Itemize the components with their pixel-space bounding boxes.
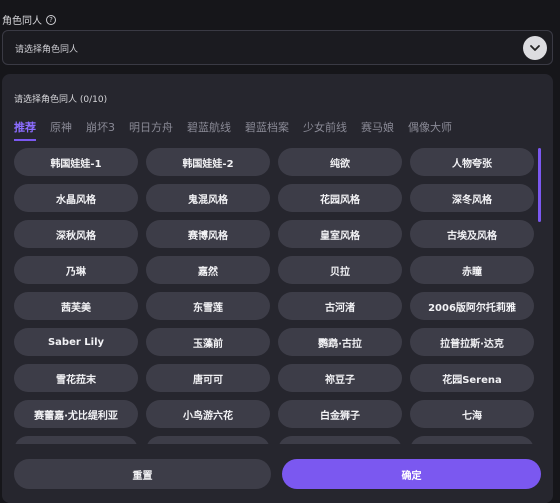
character-chip[interactable]: 韩国娃娃-2: [146, 148, 270, 176]
character-chip[interactable]: 唐可可: [146, 364, 270, 392]
character-chip[interactable]: 东雪莲: [146, 292, 270, 320]
character-chip[interactable]: 赤瞳: [410, 256, 534, 284]
character-chip[interactable]: 纯欲: [278, 148, 402, 176]
character-chip[interactable]: 七海: [410, 400, 534, 428]
panel-title: 请选择角色同人 (0/10): [14, 95, 108, 105]
character-grid: 韩国娃娃-1 韩国娃娃-2 纯欲 人物夸张水晶风格 鬼混风格 花园风格 深冬风格深秋风格 赛博…: [14, 148, 534, 464]
character-chip[interactable]: 深冬风格: [410, 184, 534, 212]
confirm-button[interactable]: 确定: [282, 459, 541, 489]
tab-0[interactable]: 推荐: [14, 119, 36, 141]
tab-3[interactable]: 明日方舟: [129, 119, 173, 141]
character-chip[interactable]: 小鸟游六花: [146, 400, 270, 428]
character-chip[interactable]: 鹦鹉·古拉: [278, 328, 402, 356]
character-chip[interactable]: 皇室风格: [278, 220, 402, 248]
tab-5[interactable]: 碧蓝档案: [245, 119, 289, 141]
character-chip[interactable]: 人物夸张: [410, 148, 534, 176]
tab-4[interactable]: 碧蓝航线: [187, 119, 231, 141]
character-chip[interactable]: 鬼混风格: [146, 184, 270, 212]
tab-8[interactable]: 偶像大师: [408, 119, 452, 141]
character-chip[interactable]: Saber Lily: [14, 328, 138, 356]
tab-2[interactable]: 崩坏3: [86, 119, 115, 141]
character-chip[interactable]: 赛博风格: [146, 220, 270, 248]
character-chip[interactable]: 花园风格: [278, 184, 402, 212]
category-tabs: 推荐 原神 崩坏3 明日方舟 碧蓝航线 碧蓝档案 少女前线 赛马娘 偶像大师: [14, 119, 466, 141]
tab-7[interactable]: 赛马娘: [361, 119, 394, 141]
tab-6[interactable]: 少女前线: [303, 119, 347, 141]
selection-panel: 请选择角色同人 (0/10) 推荐 原神 崩坏3 明日方舟 碧蓝航线 碧蓝档案 少女前线 赛马…: [2, 74, 553, 503]
character-chip[interactable]: 古河渚: [278, 292, 402, 320]
help-icon[interactable]: ?: [46, 14, 56, 25]
reset-button[interactable]: 重置: [14, 459, 271, 489]
character-chip[interactable]: 深秋风格: [14, 220, 138, 248]
select-placeholder: 请选择角色同人: [15, 45, 79, 55]
character-chip[interactable]: 韩国娃娃-1: [14, 148, 138, 176]
character-chip[interactable]: 祢豆子: [278, 364, 402, 392]
character-select[interactable]: 请选择角色同人: [2, 30, 553, 65]
character-chip[interactable]: 2006版阿尔托莉雅: [410, 292, 534, 320]
chevron-down-icon[interactable]: [523, 36, 547, 60]
field-label-text: 角色同人: [2, 16, 42, 27]
character-chip[interactable]: 花园Serena: [410, 364, 534, 392]
character-chip[interactable]: 水晶风格: [14, 184, 138, 212]
character-chip[interactable]: 古埃及风格: [410, 220, 534, 248]
character-chip[interactable]: 白金狮子: [278, 400, 402, 428]
character-chip[interactable]: 茜芙美: [14, 292, 138, 320]
character-chip[interactable]: 贝拉: [278, 256, 402, 284]
scrollbar[interactable]: [538, 148, 541, 222]
field-label: 角色同人 ?: [2, 12, 56, 27]
character-chip[interactable]: 雪花菈末: [14, 364, 138, 392]
character-chip[interactable]: 乃琳: [14, 256, 138, 284]
character-chip[interactable]: 玉藻前: [146, 328, 270, 356]
character-chip[interactable]: 拉普拉斯·达克: [410, 328, 534, 356]
panel-footer: 重置 确定: [2, 444, 553, 503]
tab-1[interactable]: 原神: [50, 119, 72, 141]
character-chip[interactable]: 赛蕾嘉·尤比缇利亚: [14, 400, 138, 428]
character-chip[interactable]: 嘉然: [146, 256, 270, 284]
